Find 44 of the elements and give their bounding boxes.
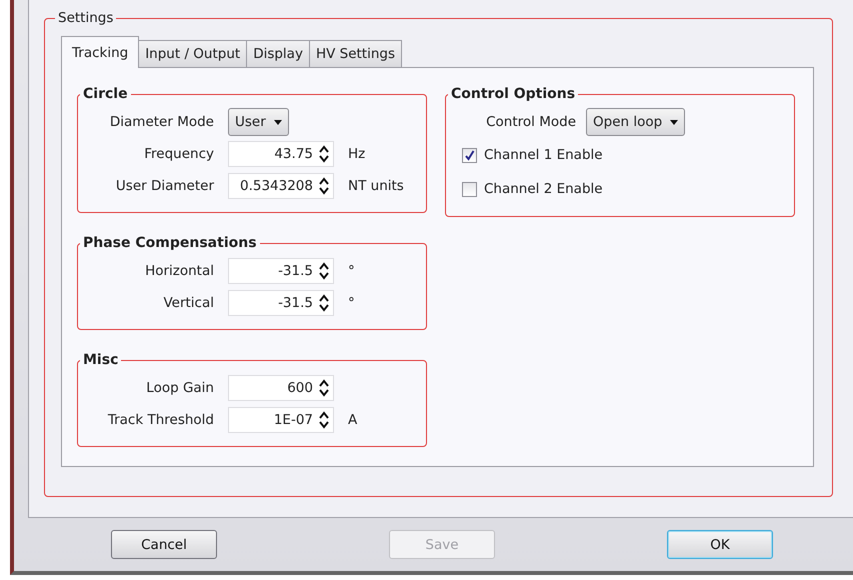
dialog-button[interactable]: OK	[667, 530, 773, 559]
field-label: User Diameter	[114, 178, 214, 194]
group-title: Control Options	[450, 86, 576, 102]
spin-arrows-icon[interactable]	[319, 177, 329, 195]
checkbox-label[interactable]: Channel 2 Enable	[484, 181, 603, 197]
caret-icon	[670, 120, 678, 124]
spin-arrows-icon[interactable]	[319, 145, 329, 163]
field-label: Horizontal	[144, 263, 214, 279]
spin-box[interactable]: 1E-07	[228, 407, 334, 433]
field-label: Loop Gain	[145, 380, 214, 396]
spin-arrows-icon[interactable]	[319, 262, 329, 280]
group-title: Settings	[57, 10, 114, 26]
field-label: Control Mode	[485, 114, 576, 130]
spin-box[interactable]: -31.5	[228, 290, 334, 316]
tab[interactable]: Tracking	[61, 36, 140, 68]
checkbox[interactable]	[462, 182, 477, 196]
unit-label: A	[348, 412, 358, 428]
unit-label: °	[348, 295, 355, 311]
spin-arrows-icon[interactable]	[319, 379, 329, 397]
tab[interactable]: Display	[246, 40, 310, 67]
group-title: Circle	[82, 86, 129, 102]
unit-label: °	[348, 263, 355, 279]
checkbox[interactable]	[462, 148, 477, 162]
caret-icon	[274, 120, 282, 124]
field-label: Vertical	[162, 295, 214, 311]
spin-box[interactable]: 600	[228, 375, 334, 401]
spin-box[interactable]: 0.5343208	[228, 173, 334, 199]
unit-label: NT units	[348, 178, 404, 194]
dialog-button[interactable]: Cancel	[111, 530, 217, 559]
group-title: Phase Compensations	[82, 235, 258, 251]
spin-box[interactable]: -31.5	[228, 258, 334, 284]
checkbox-label[interactable]: Channel 1 Enable	[484, 147, 603, 163]
spin-arrows-icon[interactable]	[319, 411, 329, 429]
dropdown[interactable]: User	[228, 108, 289, 136]
spin-arrows-icon[interactable]	[319, 294, 329, 312]
field-label: Track Threshold	[106, 412, 214, 428]
field-label: Diameter Mode	[108, 114, 214, 130]
spin-box[interactable]: 43.75	[228, 141, 334, 167]
group-title: Misc	[82, 352, 120, 368]
unit-label: Hz	[348, 146, 366, 162]
tab[interactable]: HV Settings	[308, 40, 402, 67]
field-label: Frequency	[143, 146, 214, 162]
dropdown[interactable]: Open loop	[586, 108, 686, 136]
tab[interactable]: Input / Output	[138, 40, 248, 67]
